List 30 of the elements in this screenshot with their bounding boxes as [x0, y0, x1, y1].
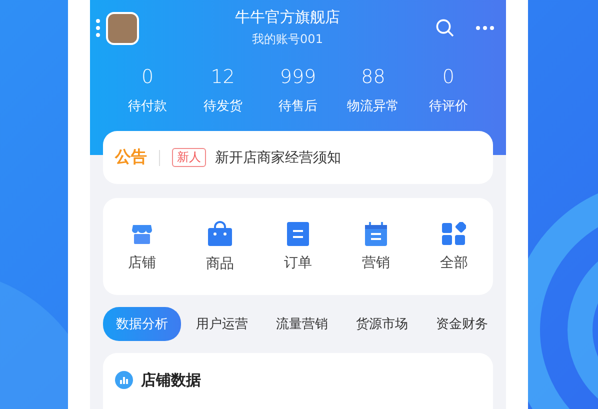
category-tab[interactable]: 资金财务	[423, 307, 501, 341]
calendar-icon	[365, 222, 387, 246]
grid-icon	[442, 222, 466, 246]
new-badge: 新人	[172, 148, 206, 167]
section-title: 店铺数据	[141, 371, 201, 390]
document-icon	[287, 222, 309, 246]
shortcut-label[interactable]: 营销	[362, 254, 390, 272]
vertical-dots-icon[interactable]	[96, 19, 100, 37]
stat-label[interactable]: 待评价	[428, 97, 468, 115]
category-tab[interactable]: 用户运营	[183, 307, 261, 341]
account-name: 我的账号001	[252, 31, 323, 48]
search-icon[interactable]	[436, 19, 454, 37]
shortcut-label[interactable]: 全部	[440, 254, 468, 272]
category-tab[interactable]: 流量营销	[263, 307, 341, 341]
stat-count[interactable]: 88	[361, 66, 386, 88]
shortcut-label[interactable]: 商品	[206, 254, 234, 272]
shortcut-label[interactable]: 店铺	[128, 254, 156, 272]
notice-title: 公告	[115, 147, 147, 168]
notice-text[interactable]: 新开店商家经营须知	[215, 148, 341, 166]
bar-chart-icon	[115, 371, 133, 389]
more-icon[interactable]	[476, 26, 494, 30]
shop-name: 牛牛官方旗舰店	[235, 8, 340, 27]
notice-card[interactable]: 公告 新人 新开店商家经营须知	[103, 131, 493, 184]
stat-label[interactable]: 物流异常	[347, 97, 400, 115]
shopping-bag-icon	[207, 220, 233, 246]
stat-count[interactable]: 0	[442, 66, 454, 88]
category-tab[interactable]: 数据分析	[103, 307, 181, 341]
avatar-placeholder[interactable]	[106, 12, 139, 44]
category-tab[interactable]: 货源市场	[343, 307, 421, 341]
shortcut-label[interactable]: 订单	[284, 254, 312, 272]
